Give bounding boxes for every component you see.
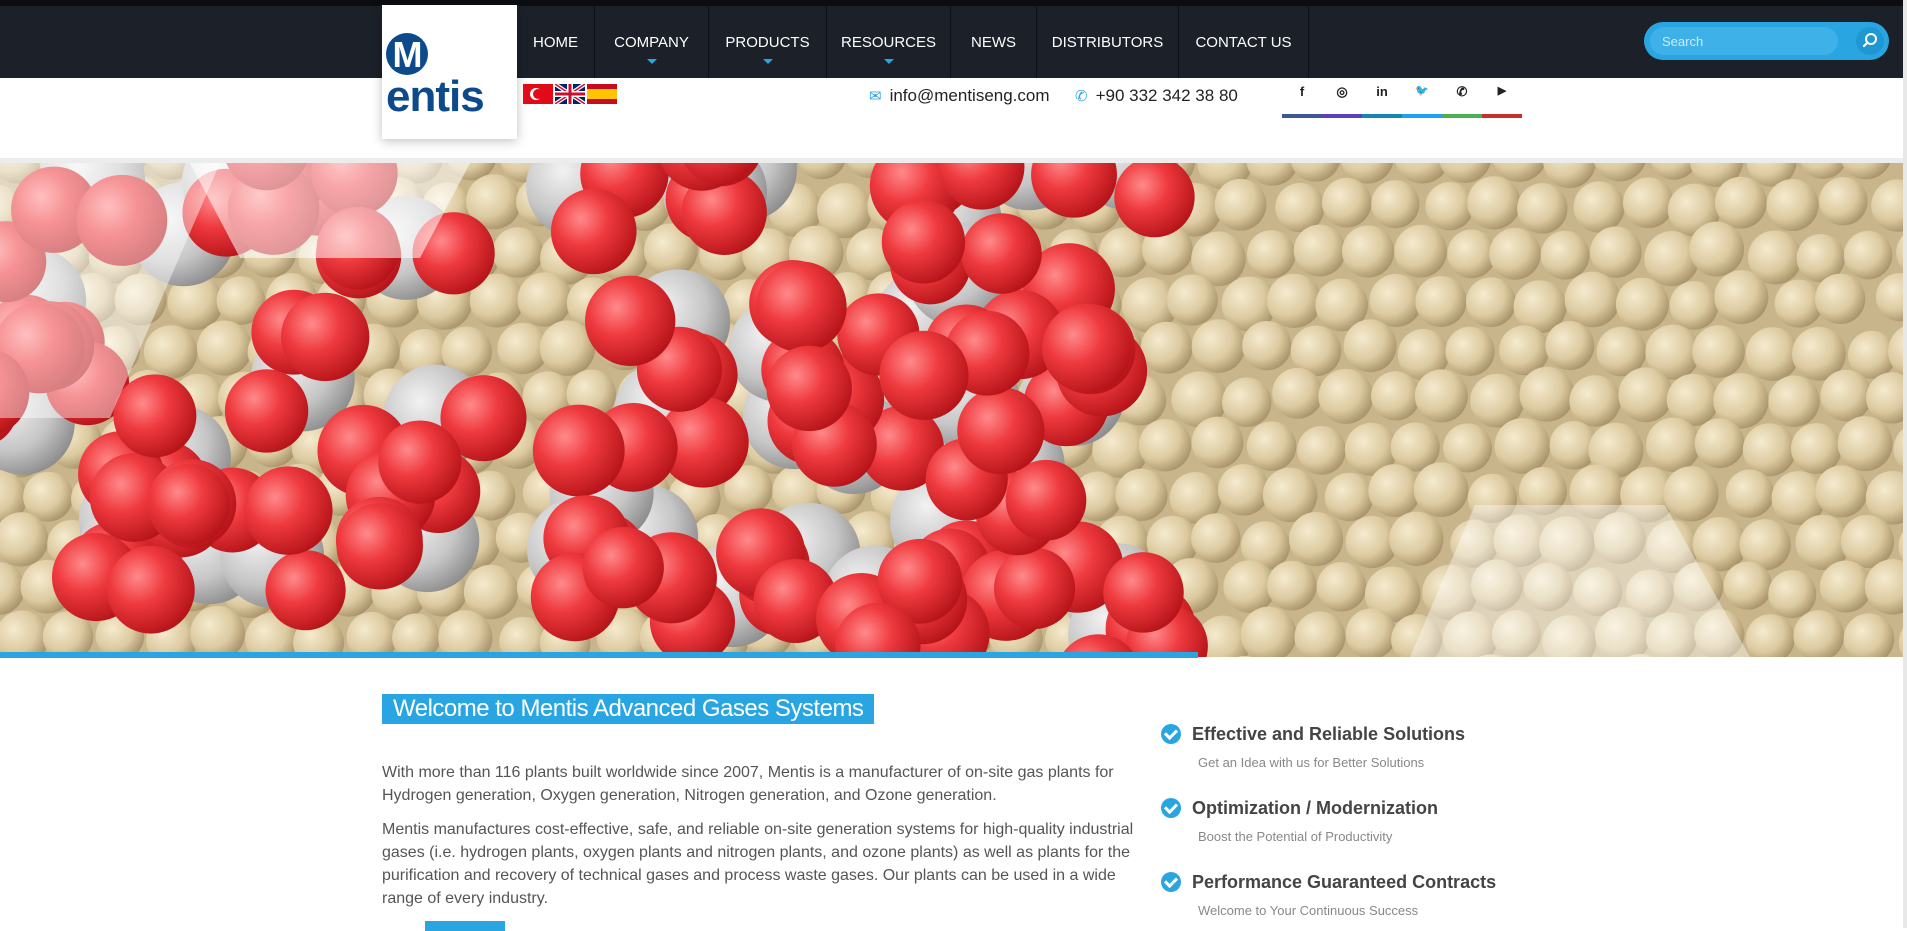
nav-home[interactable]: HOME <box>517 6 595 78</box>
uk-flag-graphic <box>555 84 585 104</box>
feature-title: Performance Guaranteed Contracts <box>1192 872 1496 893</box>
contact-phone[interactable]: ✆ +90 332 342 38 80 <box>1075 86 1238 106</box>
nav-distributors[interactable]: DISTRIBUTORS <box>1037 6 1179 78</box>
chevron-down-icon <box>647 59 657 64</box>
welcome-heading: Welcome to Mentis Advanced Gases Systems <box>382 694 874 724</box>
check-circle-icon <box>1161 872 1181 892</box>
contact-email[interactable]: ✉ info@mentiseng.com <box>869 86 1050 106</box>
feature-subtitle: Get an Idea with us for Better Solutions <box>1198 755 1424 770</box>
social-links: f ◎ in 🐦 ✆ ▶ <box>1282 84 1522 118</box>
search-button[interactable] <box>1856 27 1884 55</box>
search-input[interactable] <box>1650 27 1838 55</box>
nav-resources[interactable]: RESOURCES <box>827 6 951 78</box>
hero-banner <box>0 163 1903 657</box>
chevron-down-icon <box>884 59 894 64</box>
check-circle-icon <box>1161 798 1181 818</box>
description-paragraph: Mentis manufactures cost-effective, safe… <box>382 818 1134 910</box>
nav-products[interactable]: PRODUCTS <box>709 6 827 78</box>
logo[interactable]: Mentis <box>382 5 517 139</box>
feature-subtitle: Boost the Potential of Productivity <box>1198 829 1392 844</box>
search-box <box>1644 22 1889 60</box>
phone-icon: ✆ <box>1075 87 1088 105</box>
flag-english-icon[interactable] <box>555 84 585 104</box>
twitter-icon[interactable]: 🐦 <box>1402 84 1442 118</box>
feature-subtitle: Welcome to Your Continuous Success <box>1198 903 1418 918</box>
nav-contact-us[interactable]: CONTACT US <box>1179 6 1309 78</box>
facebook-icon[interactable]: f <box>1282 84 1322 118</box>
intro-paragraph: With more than 116 plants built worldwid… <box>382 761 1134 807</box>
flag-spanish-icon[interactable] <box>587 84 617 104</box>
nav-news[interactable]: NEWS <box>951 6 1037 78</box>
hero-accent-bar <box>0 652 1198 658</box>
feature-title: Effective and Reliable Solutions <box>1192 724 1465 745</box>
chevron-down-icon <box>763 59 773 64</box>
linkedin-icon[interactable]: in <box>1362 84 1402 118</box>
search-icon <box>1856 27 1884 55</box>
read-more-button[interactable] <box>425 921 505 931</box>
check-circle-icon <box>1161 724 1181 744</box>
main-nav: HOME COMPANY PRODUCTS RESOURCES NEWS DIS… <box>517 6 1309 78</box>
feature-title: Optimization / Modernization <box>1192 798 1438 819</box>
flag-turkish-icon[interactable] <box>523 84 553 104</box>
hero-molecule-image <box>0 163 1903 657</box>
page-scrollbar[interactable] <box>1903 0 1907 928</box>
whatsapp-icon[interactable]: ✆ <box>1442 84 1482 118</box>
brand-logo-text: Mentis <box>386 31 517 119</box>
instagram-icon[interactable]: ◎ <box>1322 84 1362 118</box>
nav-company[interactable]: COMPANY <box>595 6 709 78</box>
youtube-icon[interactable]: ▶ <box>1482 84 1522 118</box>
envelope-icon: ✉ <box>869 87 882 105</box>
